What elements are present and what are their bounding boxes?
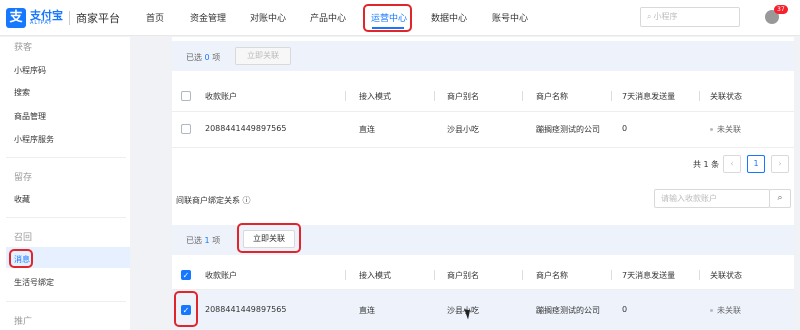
col-status: 关联状态: [710, 271, 742, 280]
notification-badge: 37: [774, 5, 788, 14]
account-search-button[interactable]: ⌕: [769, 189, 791, 208]
col-mode: 接入模式: [359, 271, 391, 280]
col-count: 7天消息发送量: [622, 92, 676, 101]
next-page-button[interactable]: ›: [771, 155, 789, 173]
cell-status: 未关联: [710, 305, 741, 316]
sidebar-divider: [6, 217, 126, 218]
sidebar-item-goods[interactable]: 商品管理: [14, 111, 46, 122]
logo-divider: [69, 11, 70, 25]
main-panel: 已选 0 项 立即关联 收款账户 接入模式 商户别名 商户名称 7天消息发送量 …: [172, 37, 794, 330]
selected-label-1: 已选 0 项: [186, 53, 221, 62]
nav-home[interactable]: 首页: [146, 11, 164, 24]
cell-account: 2088441449897565: [205, 124, 287, 133]
search-icon: ⌕: [777, 193, 783, 203]
prev-page-button[interactable]: ‹: [723, 155, 741, 173]
cell-account: 2088441449897565: [205, 305, 287, 314]
highlight-box-nav: [363, 4, 412, 32]
col-name: 商户名称: [536, 92, 568, 101]
nav-reconciliation[interactable]: 对账中心: [250, 11, 286, 24]
account-search-input[interactable]: 请输入收款账户: [654, 189, 770, 208]
cell-name: 蹦搁痉测试的公司: [536, 125, 600, 134]
cell-alias: 沙县小吃: [447, 125, 479, 134]
top-search-input[interactable]: ⌕ 小程序: [640, 7, 740, 27]
col-count: 7天消息发送量: [622, 271, 676, 280]
status-dot: [710, 309, 713, 312]
col-alias: 商户别名: [447, 271, 479, 280]
page-number[interactable]: 1: [747, 155, 765, 173]
selected-count-2: 1: [204, 236, 210, 245]
col-account: 收款账户: [205, 271, 237, 280]
nav-data[interactable]: 数据中心: [431, 11, 467, 24]
cell-status: 未关联: [710, 124, 741, 135]
col-account: 收款账户: [205, 92, 237, 101]
cell-mode: 直连: [359, 125, 375, 134]
sidebar-divider: [6, 157, 126, 158]
cell-count: 0: [622, 124, 628, 133]
sidebar-item-miniapp-code[interactable]: 小程序码: [14, 65, 46, 76]
top-bar: 支 支付宝 ALIPAY 商家平台 首页 资金管理 对账中心 产品中心 运营中心…: [0, 0, 800, 36]
selected-count-1: 0: [204, 53, 210, 62]
nav-products[interactable]: 产品中心: [310, 11, 346, 24]
sidebar-item-lifenumber[interactable]: 生活号绑定: [14, 277, 54, 288]
platform-title: 商家平台: [76, 12, 120, 25]
sidebar-item-miniapp-service[interactable]: 小程序服务: [14, 134, 54, 145]
col-name: 商户名称: [536, 271, 568, 280]
sidebar-item-search[interactable]: 搜索: [14, 87, 30, 98]
pagination-total: 共 1 条: [693, 160, 720, 169]
select-all-checkbox-1[interactable]: [181, 91, 191, 101]
select-all-checkbox-2[interactable]: ✓: [181, 270, 191, 280]
highlight-box-bind-button: [237, 223, 301, 253]
cell-count: 0: [622, 305, 628, 314]
sidebar-group-promote: 推广: [14, 317, 33, 327]
highlight-box-row-checkbox: [174, 291, 198, 327]
cell-name: 蹦搁痉测试的公司: [536, 306, 600, 315]
sidebar-divider: [6, 301, 126, 302]
sidebar-group-acquire: 获客: [14, 43, 33, 53]
nav-account[interactable]: 账号中心: [492, 11, 528, 24]
sidebar-group-recall: 召回: [14, 233, 33, 243]
bind-button-1[interactable]: 立即关联: [235, 47, 291, 65]
status-dot: [710, 128, 713, 131]
cell-mode: 直连: [359, 306, 375, 315]
col-status: 关联状态: [710, 92, 742, 101]
sidebar-group-retain: 留存: [14, 173, 33, 183]
cell-alias: 沙县小吃: [447, 306, 479, 315]
top-search-placeholder: 小程序: [653, 12, 678, 21]
alipay-logo-icon: 支: [6, 8, 26, 28]
row-checkbox[interactable]: [181, 124, 191, 134]
sidebar-item-favorites[interactable]: 收藏: [14, 194, 30, 205]
highlight-box-messages: [9, 249, 33, 268]
selected-label-2: 已选 1 项: [186, 236, 221, 245]
search-icon: ⌕: [647, 12, 652, 21]
col-alias: 商户别名: [447, 92, 479, 101]
info-circle-icon: ⓘ: [242, 196, 251, 205]
section2-title: 间联商户绑定关系 ⓘ: [176, 196, 251, 205]
nav-funds[interactable]: 资金管理: [190, 11, 226, 24]
col-mode: 接入模式: [359, 92, 391, 101]
sidebar: 获客 小程序码 搜索 商品管理 小程序服务 留存 收藏 召回 消息 生活号绑定 …: [0, 37, 130, 330]
alipay-logo[interactable]: 支 支付宝 ALIPAY 商家平台: [6, 8, 120, 28]
